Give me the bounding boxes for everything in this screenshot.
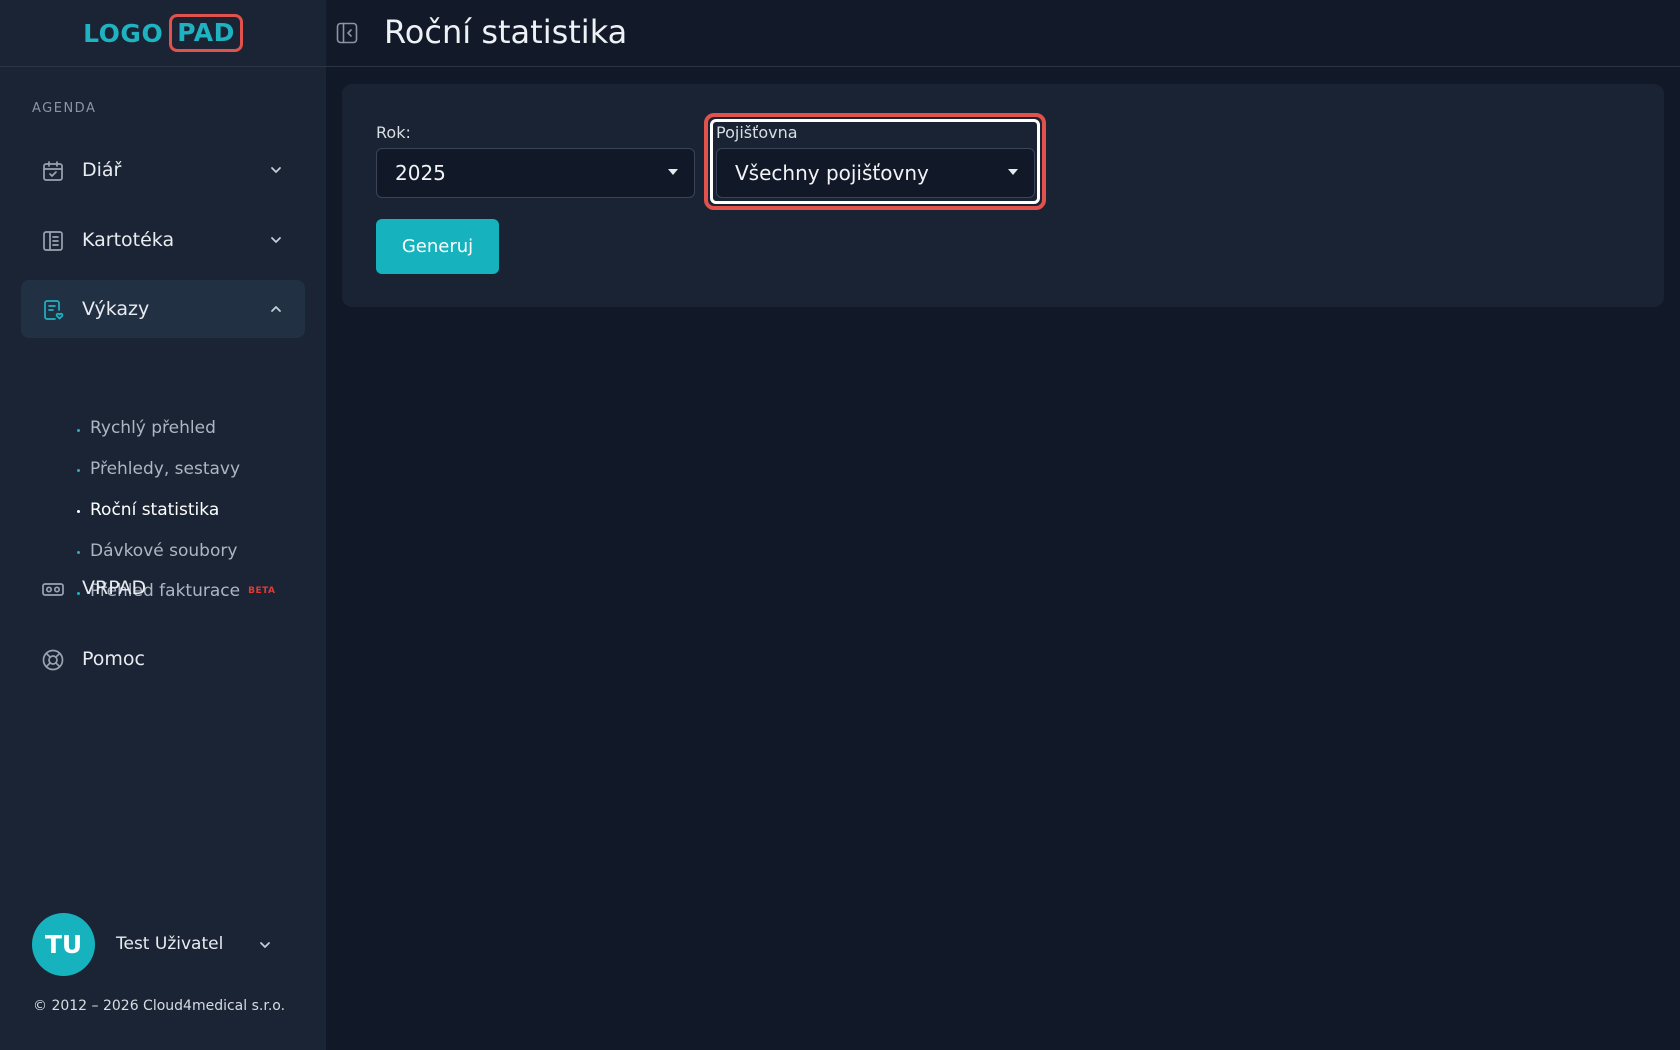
generate-button[interactable]: Generuj	[376, 219, 499, 274]
subnav-item-rocni-statistika[interactable]: Roční statistika	[90, 500, 219, 520]
calendar-check-icon	[40, 158, 66, 184]
sidebar-item-vykazy[interactable]: Výkazy	[21, 280, 305, 338]
subnav-item-prehledy-sestavy[interactable]: Přehledy, sestavy	[90, 459, 240, 479]
sidebar-item-label: Výkazy	[82, 298, 150, 320]
report-heart-icon	[40, 297, 66, 323]
card-file-icon	[40, 228, 66, 254]
user-name: Test Uživatel	[116, 934, 224, 954]
logo-area: LOGO PAD	[0, 0, 326, 67]
sidebar-item-vrpad[interactable]: VRPAD	[21, 559, 305, 617]
chevron-up-icon	[269, 302, 283, 316]
sidebar-item-kartoteka[interactable]: Kartotéka	[21, 211, 305, 269]
sidebar-item-label: VRPAD	[82, 577, 147, 599]
insurer-select-value: Všechny pojišťovny	[735, 161, 929, 185]
vr-headset-icon	[40, 576, 66, 602]
sidebar-item-label: Kartotéka	[82, 229, 175, 251]
logo[interactable]: LOGO PAD	[83, 14, 243, 52]
subnav-item-davkove-soubory[interactable]: Dávkové soubory	[90, 541, 237, 561]
page-header: Roční statistika	[326, 0, 1680, 67]
year-select-value: 2025	[395, 161, 446, 185]
subnav-item-rychly-prehled[interactable]: Rychlý přehled	[90, 418, 216, 438]
bullet-dot	[77, 551, 80, 554]
sidebar-collapse-icon[interactable]	[336, 22, 358, 44]
copyright: © 2012 – 2026 Cloud4medical s.r.o.	[33, 998, 286, 1014]
chevron-down-icon	[269, 233, 283, 247]
lifebuoy-icon	[40, 647, 66, 673]
sidebar-item-pomoc[interactable]: Pomoc	[21, 630, 305, 688]
sidebar: LOGO PAD AGENDA Diář Kartotéka Výkazy Ry…	[0, 0, 326, 1050]
year-select[interactable]: 2025	[376, 148, 695, 198]
bullet-dot	[77, 510, 80, 513]
insurer-label: Pojišťovna	[716, 123, 798, 142]
year-label: Rok:	[376, 123, 411, 142]
page-title: Roční statistika	[384, 13, 628, 51]
sidebar-item-label: Pomoc	[82, 648, 145, 670]
sidebar-item-diar[interactable]: Diář	[21, 141, 305, 199]
sidebar-item-label: Diář	[82, 159, 122, 181]
logo-text: LOGO	[83, 18, 164, 48]
caret-down-icon	[668, 169, 678, 175]
user-menu[interactable]: TU Test Uživatel	[32, 912, 292, 976]
insurer-select[interactable]: Všechny pojišťovny	[716, 148, 1035, 198]
bullet-dot	[77, 429, 80, 432]
logo-accent-text: PAD	[169, 14, 243, 52]
caret-down-icon	[1008, 169, 1018, 175]
chevron-down-icon	[258, 937, 272, 951]
avatar: TU	[32, 912, 95, 976]
chevron-down-icon	[269, 163, 283, 177]
bullet-dot	[77, 469, 80, 472]
section-label: AGENDA	[32, 101, 97, 116]
